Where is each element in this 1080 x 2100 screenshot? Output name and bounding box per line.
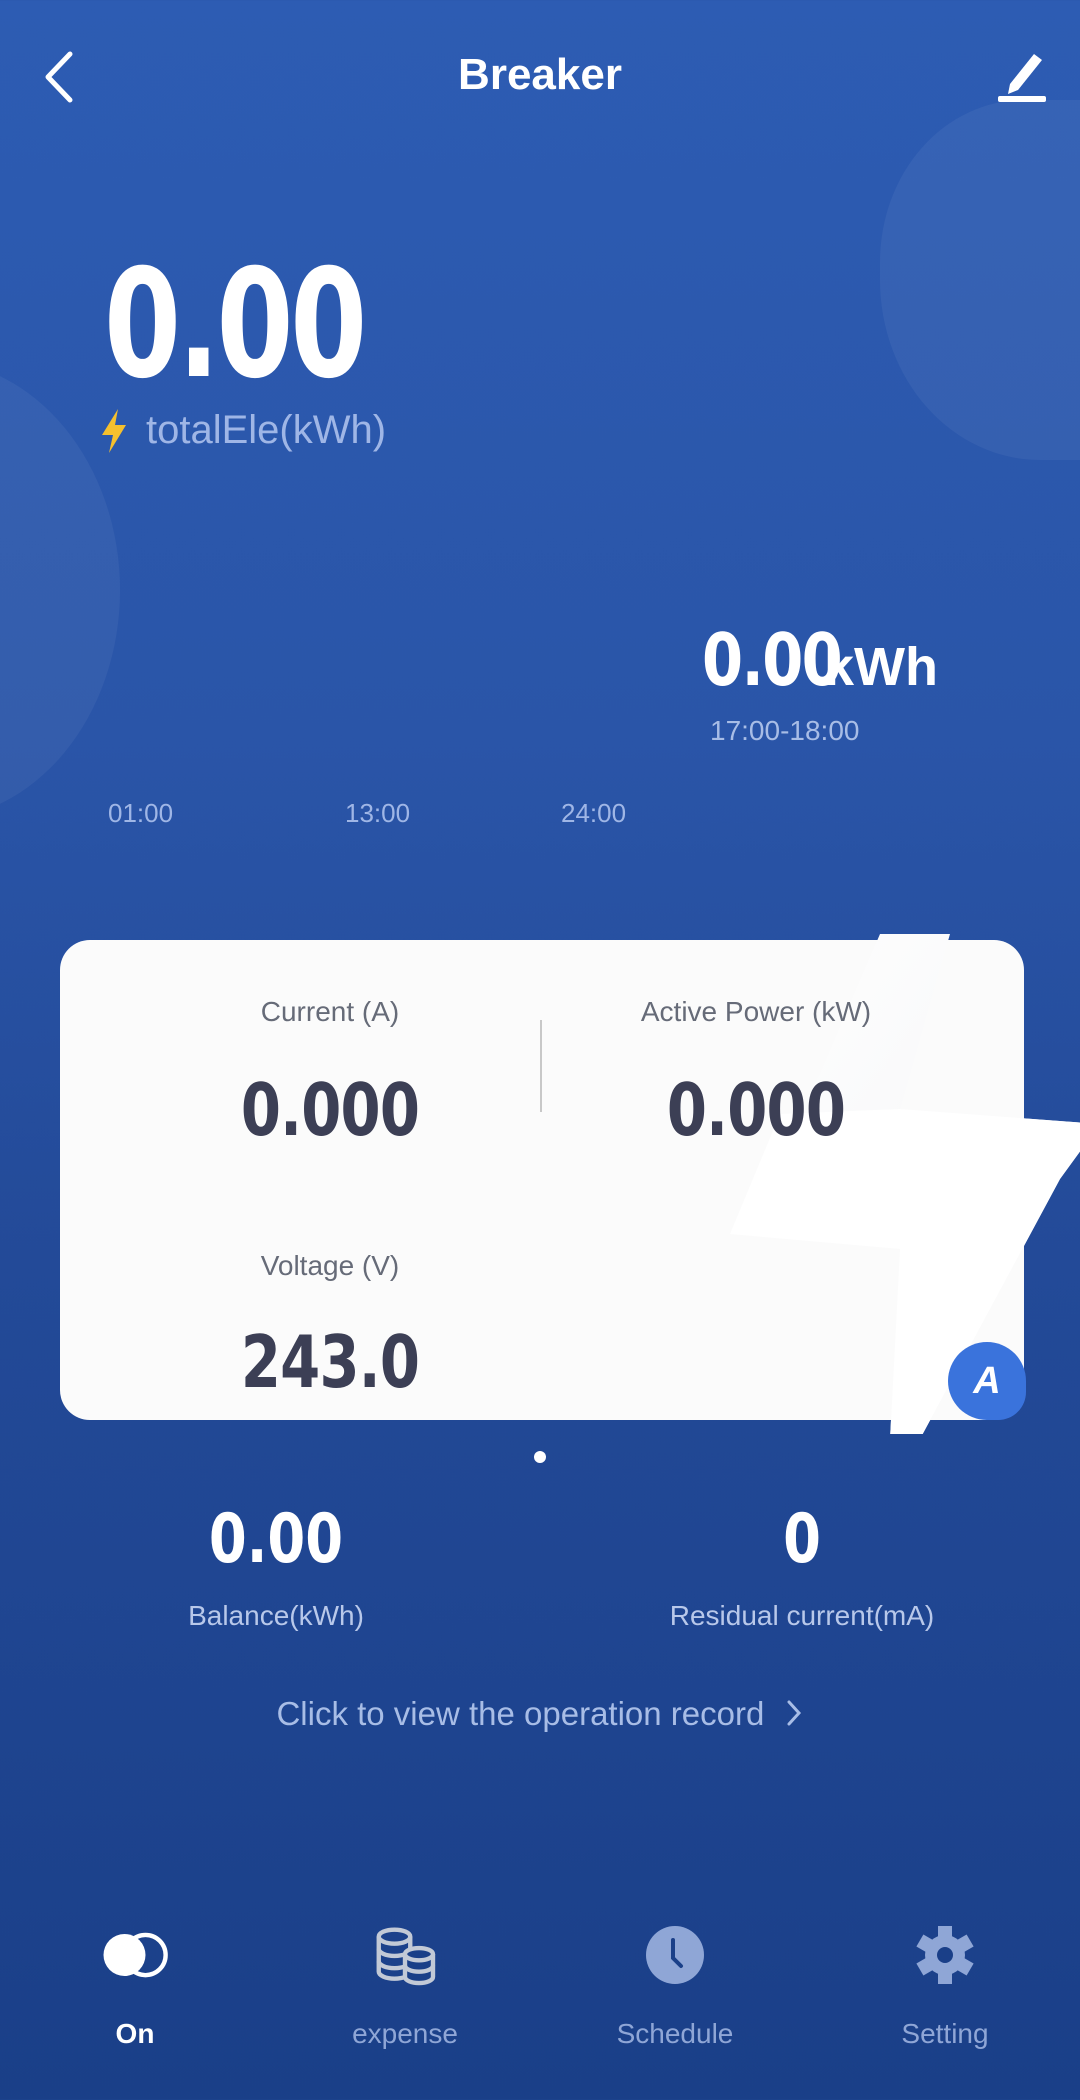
total-electricity-label-row: totalEle(kWh) (100, 408, 386, 453)
clock-icon (646, 1926, 704, 1984)
nav-label: expense (352, 2018, 458, 2049)
header: Breaker (0, 0, 1080, 160)
toggle-circles-icon (103, 1932, 168, 1978)
nav-label: Schedule (616, 2018, 734, 2049)
coins-icon (376, 1927, 436, 1986)
active-power-value: 0.000 (666, 1068, 846, 1152)
nav-label: Setting (901, 2018, 989, 2049)
chevron-right-icon (787, 1700, 801, 1726)
nav-item-schedule[interactable]: Schedule (575, 1920, 775, 2070)
page-title: Breaker (458, 50, 622, 99)
nav-item-setting[interactable]: Setting (845, 1920, 1045, 2070)
hourly-value: 0.00 (702, 618, 843, 702)
divider (540, 1020, 542, 1112)
edit-button[interactable] (994, 50, 1050, 104)
total-electricity-label: totalEle(kWh) (146, 408, 387, 452)
hourly-consumption: 0.00 kWh (702, 618, 938, 702)
phase-badge[interactable]: A (948, 1342, 1026, 1420)
nav-item-on[interactable]: On (35, 1920, 235, 2070)
current-value: 0.000 (240, 1068, 420, 1152)
gear-icon (916, 1926, 974, 1984)
balance-value: 0.00 (208, 1500, 344, 1579)
chart-axis-label: 01:00 (108, 798, 174, 828)
chart-axis-label: 13:00 (345, 798, 411, 828)
nav-label: On (115, 2018, 155, 2049)
active-power-label: Active Power (kW) (640, 996, 872, 1027)
page-indicator-dot (534, 1451, 546, 1463)
pencil-icon (998, 54, 1046, 102)
hourly-range: 17:00-18:00 (710, 715, 860, 746)
lightning-bolt-icon (102, 408, 126, 453)
residual-current-value: 0 (783, 1500, 821, 1579)
residual-current-label: Residual current(mA) (669, 1600, 935, 1631)
current-label: Current (A) (260, 996, 400, 1027)
voltage-value: 243.0 (240, 1320, 420, 1404)
balance-label: Balance(kWh) (188, 1600, 364, 1631)
voltage-label: Voltage (V) (260, 1250, 400, 1281)
chart-axis-label: 24:00 (561, 798, 627, 828)
nav-item-expense[interactable]: expense (305, 1920, 505, 2070)
total-electricity-value: 0.00 (104, 238, 367, 412)
metrics-card[interactable]: Current (A) 0.000 Active Power (kW) 0.00… (60, 934, 1080, 1434)
operation-record-text: Click to view the operation record (276, 1695, 765, 1732)
bottom-navigation: On expense Schedule Setting (0, 1900, 1080, 2100)
operation-record-link[interactable]: Click to view the operation record (0, 1695, 1080, 1733)
